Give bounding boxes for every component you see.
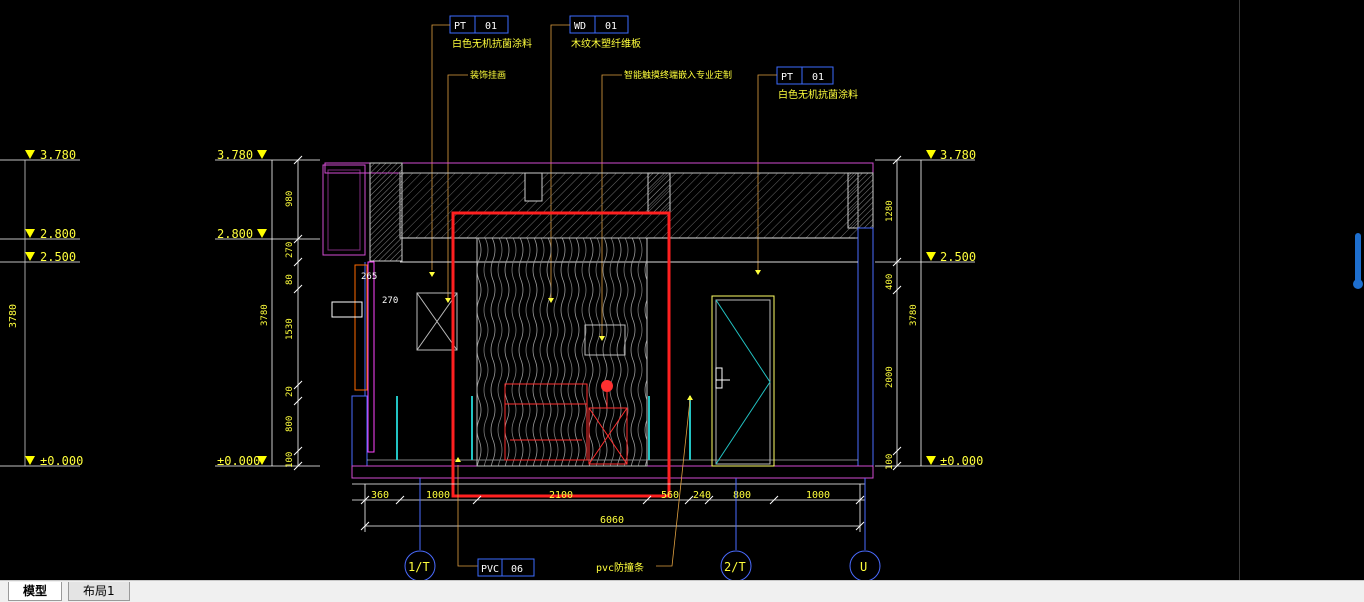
elevation-markers-right (926, 150, 936, 465)
dim-label: 1000 (806, 490, 830, 501)
axis-bubble-u: U (849, 550, 881, 582)
elevation-label: 3.780 (217, 148, 253, 162)
tag-desc: 白色无机抗菌涂料 (778, 88, 858, 101)
tag-num: 01 (812, 72, 824, 83)
dim-label: 360 (371, 490, 389, 501)
tag-code: PT (454, 21, 466, 32)
vertical-scroll-indicator[interactable] (1355, 233, 1361, 285)
elevation-label: 2.500 (40, 250, 76, 264)
dim-label: 270 (285, 242, 295, 258)
elevation-label: 3.780 (40, 148, 76, 162)
tag-num: 06 (511, 564, 523, 575)
tag-desc: 木纹木塑纤维板 (571, 37, 641, 50)
dim-label: 265 (361, 272, 377, 282)
svg-text:pvc防撞条: pvc防撞条 (596, 561, 644, 574)
elevation-label: ±0.000 (40, 454, 83, 468)
dim-label: 2100 (549, 490, 573, 501)
svg-text:装饰挂画: 装饰挂画 (470, 69, 506, 81)
dim-label: 270 (382, 296, 398, 306)
tag-pt-right: PT 01 白色无机抗菌涂料 (757, 66, 858, 270)
axis-lines (419, 478, 866, 550)
svg-text:1/T: 1/T (408, 560, 430, 574)
elevation-markers-left-a (25, 150, 35, 465)
svg-text:U: U (860, 560, 867, 574)
dim-label: 980 (285, 191, 295, 207)
svg-text:智能触摸终端嵌入专业定制: 智能触摸终端嵌入专业定制 (624, 69, 732, 81)
dim-label: 400 (885, 274, 895, 290)
room-elevation (322, 162, 874, 498)
tag-num: 01 (605, 21, 617, 32)
tag-desc: 白色无机抗菌涂料 (452, 37, 532, 50)
viewport-divider (1239, 0, 1240, 580)
elevation-label: ±0.000 (940, 454, 983, 468)
dim-label: 100 (885, 454, 895, 470)
elevation-label: 2.800 (40, 227, 76, 241)
dim-label: 1530 (285, 318, 295, 340)
layout-tab-bar: 模型 布局1 (0, 580, 1364, 602)
dim-label: 2000 (885, 366, 895, 388)
axis-bubble-1t: 1/T (404, 550, 436, 582)
tag-pvc-bottom: PVC 06 (457, 465, 535, 577)
tag-code: PT (781, 72, 793, 83)
dim-label: 3780 (8, 304, 19, 328)
dim-label: 6060 (600, 515, 624, 526)
tag-code: PVC (481, 564, 499, 575)
elevation-label: 3.780 (940, 148, 976, 162)
dim-label: 1000 (426, 490, 450, 501)
elevation-label: 2.500 (940, 250, 976, 264)
elevation-label: ±0.000 (217, 454, 260, 468)
dim-label: 1280 (885, 200, 895, 222)
tag-num: 01 (485, 21, 497, 32)
dim-label: 240 (693, 490, 711, 501)
tag-code: WD (574, 21, 586, 32)
dim-label: 20 (285, 386, 295, 397)
scroll-knob-icon[interactable] (1353, 279, 1363, 289)
elevation-label: 2.800 (217, 227, 253, 241)
svg-text:2/T: 2/T (724, 560, 746, 574)
dim-label: 3780 (909, 304, 919, 326)
dim-label: 800 (285, 416, 295, 432)
axis-bubble-2t: 2/T (720, 550, 752, 582)
dim-label: 560 (661, 490, 679, 501)
dim-label: 100 (285, 452, 295, 468)
cad-drawing-canvas[interactable]: PT 01 白色无机抗菌涂料 WD 01 木纹木塑纤维板 PT 01 白色无机抗… (0, 0, 1364, 582)
tab-layout1[interactable]: 布局1 (68, 582, 130, 601)
dim-label: 80 (285, 274, 295, 285)
dim-label: 3780 (260, 304, 270, 326)
tab-model[interactable]: 模型 (8, 582, 63, 601)
